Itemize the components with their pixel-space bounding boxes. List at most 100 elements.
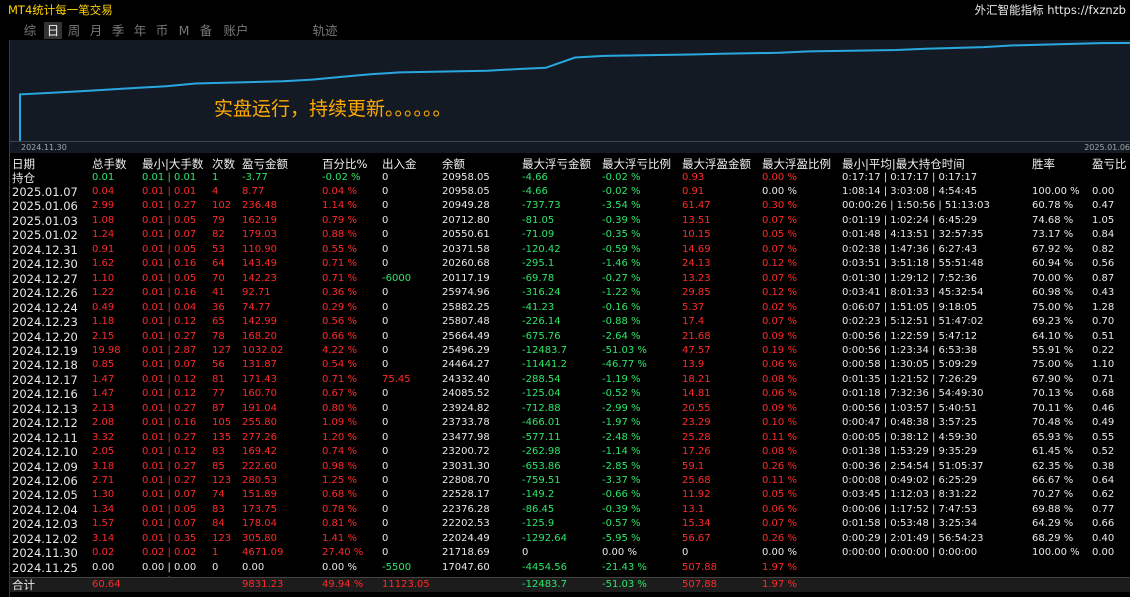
tab-8[interactable]: 备 (198, 22, 214, 39)
table-row[interactable]: 2024.12.09 3.18 0.01 | 0.27 85 222.60 0.98 % 0… (10, 460, 1130, 474)
table-cell: -0.35 % (602, 229, 641, 241)
table-cell: 3.32 (92, 431, 115, 443)
table-cell: 0 (382, 489, 389, 501)
row-label: 2024.12.16 (12, 387, 78, 402)
tab-0[interactable]: 综 (22, 22, 38, 39)
table-row[interactable]: 2025.01.02 1.24 0.01 | 0.07 82 179.03 0.88 % 0… (10, 228, 1130, 242)
table-row[interactable]: 2024.11.30 0.02 0.02 | 0.02 1 4671.09 27.40 %… (10, 546, 1130, 560)
table-cell: 0.01 | 0.16 (142, 258, 197, 270)
table-row[interactable]: 2024.12.13 2.13 0.01 | 0.27 87 191.04 0.80 % 0… (10, 402, 1130, 416)
column-header[interactable]: 最大浮盈金额 (682, 157, 751, 171)
table-row[interactable]: 2024.12.24 0.49 0.01 | 0.04 36 74.77 0.29 % 0 2… (10, 301, 1130, 315)
column-header[interactable]: 盈亏比 (1092, 157, 1127, 171)
table-row[interactable]: 2024.12.11 3.32 0.01 | 0.27 135 277.26 1.20 %… (10, 431, 1130, 445)
column-header[interactable]: 最大浮亏比例 (602, 157, 671, 171)
table-row[interactable]: 2025.01.06 2.99 0.01 | 0.27 102 236.48 1.14 %… (10, 199, 1130, 213)
table-row[interactable]: 2024.12.06 2.71 0.01 | 0.27 123 280.53 1.25 %… (10, 474, 1130, 488)
brand-url[interactable]: https://fxznzb (1047, 3, 1126, 17)
table-row[interactable]: 2024.12.12 2.08 0.01 | 0.16 105 255.80 1.09 %… (10, 416, 1130, 430)
tab-10[interactable]: 轨迹 (310, 22, 340, 39)
column-header[interactable]: 余额 (442, 157, 465, 171)
table-row[interactable]: 2024.12.17 1.47 0.01 | 0.12 81 171.43 0.71 % 7… (10, 373, 1130, 387)
table-cell: 64.29 % (1032, 518, 1074, 530)
row-label: 2024.12.12 (12, 416, 78, 431)
tab-6[interactable]: 币 (154, 22, 170, 39)
tab-2[interactable]: 周 (66, 22, 82, 39)
table-row[interactable]: 2025.01.07 0.04 0.01 | 0.01 4 8.77 0.04 % 0 209… (10, 185, 1130, 199)
table-row[interactable]: 2024.12.16 1.47 0.01 | 0.12 77 160.70 0.67 % 0… (10, 387, 1130, 401)
table-row[interactable]: 2024.12.02 3.14 0.01 | 0.35 123 305.80 1.41 %… (10, 532, 1130, 546)
table-cell: -4.66 (522, 186, 548, 197)
table-cell: 0.07 % (762, 214, 797, 226)
table-cell: 168.20 (242, 330, 277, 342)
table-cell: -125.04 (522, 388, 561, 400)
table-cell: 84 (212, 518, 225, 530)
table-row[interactable]: 2024.12.26 1.22 0.01 | 0.16 41 92.71 0.36 % 0 2… (10, 286, 1130, 300)
row-label: 持仓 (12, 171, 35, 185)
tab-4[interactable]: 季 (110, 22, 126, 39)
table-cell: 25664.49 (442, 330, 490, 342)
table-cell: 82 (212, 229, 225, 241)
column-header[interactable]: 胜率 (1032, 157, 1055, 171)
table-cell: 64 (212, 258, 225, 270)
table-cell: 13.9 (682, 359, 705, 371)
total-row[interactable]: 合计 60.64 9831.23 49.94 % 11123.05 -12483.7 -51… (10, 577, 1130, 592)
row-label: 2024.12.31 (12, 242, 78, 257)
column-header[interactable]: 最大浮亏金额 (522, 157, 591, 171)
table-cell: 0.71 % (322, 272, 357, 284)
table-cell: -0.02 % (602, 172, 641, 183)
table-row[interactable]: 2024.12.31 0.91 0.01 | 0.05 53 110.90 0.55 % 0… (10, 243, 1130, 257)
table-row[interactable]: 2024.11.25 0.00 0.00 | 0.00 0 0.00 0.00 % -550… (10, 561, 1130, 575)
column-header[interactable]: 百分比% (322, 157, 367, 171)
table-cell: -12483.7 (522, 579, 567, 590)
tab-5[interactable]: 年 (132, 22, 148, 39)
holding-row[interactable]: 持仓 0.01 0.01 | 0.01 1 -3.77 -0.02 % 0 20958.05 -… (10, 171, 1130, 185)
brand-link[interactable]: 外汇智能指标 https://fxznzb (975, 2, 1126, 18)
table-row[interactable]: 2024.12.18 0.85 0.01 | 0.07 56 131.87 0.54 % 0… (10, 358, 1130, 372)
table-cell: 41 (212, 287, 225, 299)
tab-9[interactable]: 账户 (222, 22, 250, 39)
column-header[interactable]: 次数 (212, 157, 235, 171)
table-cell: -12483.7 (522, 344, 567, 356)
table-cell: 162.19 (242, 214, 277, 226)
table-cell: 0.26 % (762, 460, 797, 472)
table-row[interactable]: 2024.12.20 2.15 0.01 | 0.27 78 168.20 0.66 % 0… (10, 330, 1130, 344)
column-header[interactable]: 总手数 (92, 157, 127, 171)
table-row[interactable]: 2024.12.19 19.98 0.01 | 2.87 127 1032.02 4.22… (10, 344, 1130, 358)
column-header[interactable]: 出入金 (382, 157, 417, 171)
table-cell: 24332.40 (442, 373, 490, 385)
table-cell: 0 (382, 532, 389, 544)
tab-1[interactable]: 日 (44, 22, 62, 39)
tab-7[interactable]: M (178, 22, 190, 39)
table-row[interactable]: 2025.01.03 1.08 0.01 | 0.05 79 162.19 0.79 % 0… (10, 214, 1130, 228)
table-cell: 74 (212, 489, 225, 501)
table-cell: 0.56 % (322, 316, 357, 328)
table-cell: 0 (382, 258, 389, 270)
table-row[interactable]: 2024.12.30 1.62 0.01 | 0.16 64 143.49 0.71 % 0… (10, 257, 1130, 271)
row-label: 2024.12.13 (12, 401, 78, 416)
x-axis-end-label: 2025.01.06 (1084, 143, 1130, 152)
column-header[interactable]: 盈亏金额 (242, 157, 288, 171)
table-row[interactable]: 2024.12.05 1.30 0.01 | 0.07 74 151.89 0.68 % 0… (10, 488, 1130, 502)
table-cell: 2.13 (92, 402, 115, 414)
tab-3[interactable]: 月 (88, 22, 104, 39)
column-header[interactable]: 日期 (12, 157, 35, 171)
table-cell: 0.01 | 0.12 (142, 373, 197, 385)
table-cell: 22808.70 (442, 475, 490, 486)
column-header[interactable]: 最大浮盈比例 (762, 157, 831, 171)
table-cell: 0.06 % (762, 388, 797, 400)
table-row[interactable]: 2024.12.10 2.05 0.01 | 0.12 83 169.42 0.74 % 0… (10, 445, 1130, 459)
row-label: 2024.11.30 (12, 546, 78, 561)
table-row[interactable]: 2024.12.04 1.34 0.01 | 0.05 83 173.75 0.78 % 0… (10, 503, 1130, 517)
table-row[interactable]: 2024.12.23 1.18 0.01 | 0.12 65 142.99 0.56 % 0… (10, 315, 1130, 329)
table-cell: 73.17 % (1032, 229, 1074, 241)
table-cell: 70 (212, 272, 225, 284)
column-header[interactable]: 最小|平均|最大持仓时间 (842, 157, 965, 171)
table-row[interactable]: 2024.12.03 1.57 0.01 | 0.07 84 178.04 0.81 % 0… (10, 517, 1130, 531)
table-cell: 0.71 % (322, 373, 357, 385)
column-header[interactable]: 最小|大手数 (142, 157, 203, 171)
table-cell: 24.13 (682, 258, 711, 270)
table-cell: 65 (212, 316, 225, 328)
table-row[interactable]: 2024.12.27 1.10 0.01 | 0.05 70 142.23 0.71 % -… (10, 272, 1130, 286)
table-cell: 178.04 (242, 518, 277, 530)
